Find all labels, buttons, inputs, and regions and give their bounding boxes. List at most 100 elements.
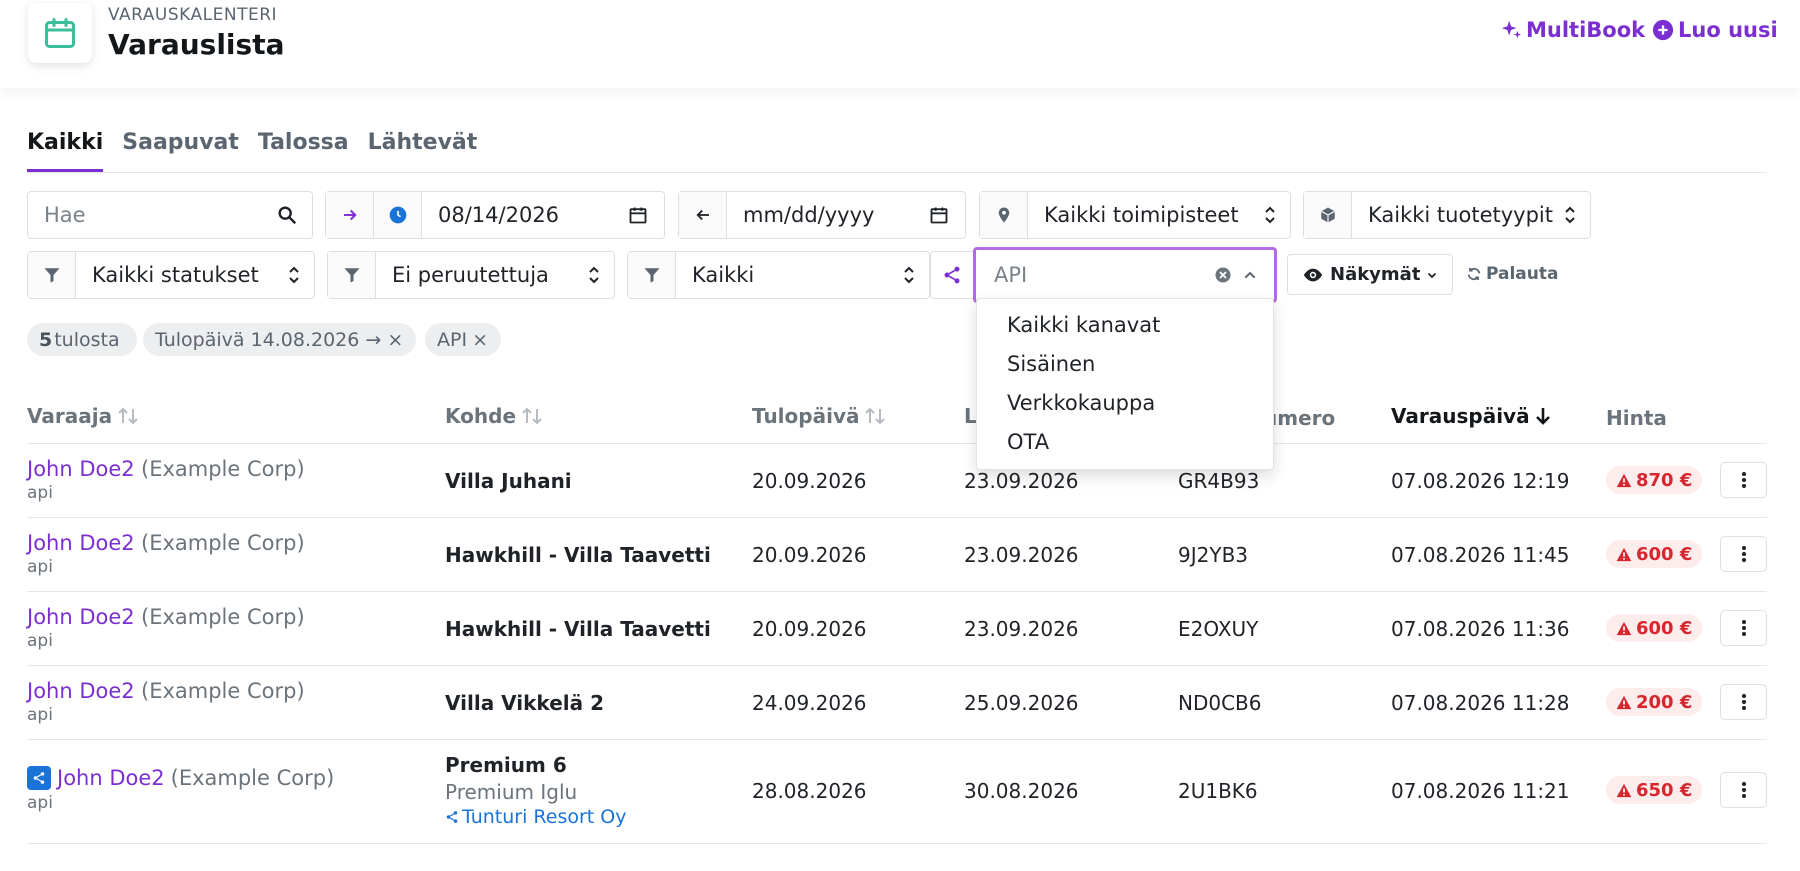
filter-icon — [344, 268, 359, 283]
date-filter-chip[interactable]: Tulopäivä 14.08.2026 → × — [143, 323, 416, 356]
booker-company: (Example Corp) — [170, 766, 335, 790]
booker-company: (Example Corp) — [141, 457, 305, 481]
target-name[interactable]: Hawkhill - Villa Taavetti — [445, 617, 711, 641]
target-owner-label: Tunturi Resort Oy — [462, 806, 627, 828]
row-actions-button[interactable] — [1720, 684, 1767, 720]
calendar-logo[interactable] — [28, 3, 92, 63]
price-value: 870 € — [1636, 469, 1693, 491]
booking-date: 07.08.2026 11:45 — [1391, 543, 1570, 567]
clear-icon[interactable] — [1214, 266, 1232, 284]
status-value: Kaikki statukset — [92, 263, 259, 287]
arrival-date-field[interactable]: 08/14/2026 — [325, 191, 665, 239]
type-value: Kaikki — [692, 263, 755, 287]
share-badge-icon — [27, 766, 51, 790]
sort-icon — [118, 407, 138, 425]
booking-number: 2U1BK6 — [1178, 779, 1258, 803]
cancellation-value: Ei peruutettuja — [392, 263, 549, 287]
chip-close-icon[interactable]: × — [472, 329, 488, 351]
status-select[interactable]: Kaikki statukset — [27, 251, 315, 299]
booker-cell: John Doe2 (Example Corp) — [27, 679, 305, 703]
arrival-date: 20.09.2026 — [752, 543, 867, 567]
row-divider — [27, 665, 1767, 666]
column-header-booker[interactable]: Varaaja — [27, 404, 140, 428]
tab-arriving[interactable]: Saapuvat — [122, 130, 239, 173]
views-button[interactable]: Näkymät — [1287, 254, 1453, 295]
channel-option[interactable]: Verkkokauppa — [1007, 391, 1155, 415]
filter-icon — [644, 268, 659, 283]
app-header: VARAUSKALENTERI Varauslista MultiBook Lu… — [0, 0, 1800, 88]
product-type-select[interactable]: Kaikki tuotetyypit — [1303, 191, 1591, 239]
booker-name[interactable]: John Doe2 — [27, 679, 135, 703]
booker-name[interactable]: John Doe2 — [27, 457, 135, 481]
page-title: Varauslista — [108, 28, 285, 61]
departure-date-field[interactable]: mm/dd/yyyy — [678, 191, 966, 239]
eye-icon — [1303, 268, 1323, 281]
search-input[interactable]: Hae — [27, 191, 313, 239]
arrival-clock[interactable] — [374, 192, 422, 238]
channel-option[interactable]: Sisäinen — [1007, 352, 1095, 376]
column-header-departure[interactable]: L — [964, 404, 977, 428]
column-header-target[interactable]: Kohde — [445, 404, 544, 428]
header-label: Hinta — [1606, 406, 1667, 430]
row-divider — [27, 443, 1767, 444]
create-new-button[interactable]: Luo uusi — [1652, 18, 1778, 42]
channel-combobox[interactable]: API — [973, 247, 1277, 303]
row-actions-button[interactable] — [1720, 772, 1767, 808]
departure-date: 23.09.2026 — [964, 469, 1079, 493]
booking-number: E2OXUY — [1178, 617, 1259, 641]
calendar-picker-icon[interactable] — [929, 205, 949, 225]
reset-label: Palauta — [1486, 264, 1559, 284]
booker-name[interactable]: John Doe2 — [57, 766, 165, 790]
target-name[interactable]: Premium 6 — [445, 753, 567, 777]
chip-close-icon[interactable]: × — [387, 329, 403, 351]
column-header-arrival[interactable]: Tulopäivä — [752, 404, 887, 428]
cancellation-select[interactable]: Ei peruutettuja — [327, 251, 615, 299]
header-label: Varaaja — [27, 404, 113, 428]
arrival-date: 24.09.2026 — [752, 691, 867, 715]
channel-input-value[interactable]: API — [976, 263, 1214, 287]
booking-number: ND0CB6 — [1178, 691, 1262, 715]
target-name[interactable]: Villa Juhani — [445, 469, 572, 493]
row-actions-button[interactable] — [1720, 462, 1767, 498]
booking-number: GR4B93 — [1178, 469, 1260, 493]
tab-departing[interactable]: Lähtevät — [368, 130, 478, 173]
tab-in-house[interactable]: Talossa — [258, 130, 349, 173]
filter-icon — [44, 268, 59, 283]
plus-circle-icon — [1652, 19, 1674, 41]
channel-option[interactable]: Kaikki kanavat — [1007, 313, 1160, 337]
row-actions-button[interactable] — [1720, 536, 1767, 572]
booking-source: api — [27, 557, 53, 577]
date-chip-label: Tulopäivä 14.08.2026 → — [155, 328, 382, 351]
departure-date-placeholder: mm/dd/yyyy — [743, 203, 875, 227]
chevron-up-icon[interactable] — [1242, 267, 1258, 283]
row-divider — [27, 517, 1767, 518]
row-actions-button[interactable] — [1720, 610, 1767, 646]
arrow-down-icon — [1535, 408, 1550, 425]
departure-arrow — [679, 192, 727, 238]
api-filter-chip[interactable]: API × — [425, 323, 501, 356]
booker-name[interactable]: John Doe2 — [27, 605, 135, 629]
booker-cell: John Doe2 (Example Corp) — [27, 457, 305, 481]
multibook-button[interactable]: MultiBook — [1500, 18, 1645, 42]
target-owner-link[interactable]: Tunturi Resort Oy — [445, 806, 627, 828]
header-label: Kohde — [445, 404, 517, 428]
updown-icon — [589, 266, 599, 284]
tab-all[interactable]: Kaikki — [27, 130, 104, 173]
type-select[interactable]: Kaikki — [627, 251, 930, 299]
location-value: Kaikki toimipisteet — [1044, 203, 1239, 227]
calendar-picker-icon[interactable] — [628, 205, 648, 225]
search-placeholder: Hae — [44, 203, 86, 227]
column-header-booking-date[interactable]: Varauspäivä — [1391, 404, 1552, 428]
reset-button[interactable]: Palauta — [1466, 264, 1558, 284]
target-name[interactable]: Villa Vikkelä 2 — [445, 691, 604, 715]
booking-source: api — [27, 483, 53, 503]
booking-number: 9J2YB3 — [1178, 543, 1249, 567]
channel-option[interactable]: OTA — [1007, 430, 1049, 454]
booking-date: 07.08.2026 11:36 — [1391, 617, 1570, 641]
target-name[interactable]: Hawkhill - Villa Taavetti — [445, 543, 711, 567]
booker-name[interactable]: John Doe2 — [27, 531, 135, 555]
warning-icon — [1616, 783, 1632, 797]
booker-company: (Example Corp) — [141, 679, 305, 703]
location-select[interactable]: Kaikki toimipisteet — [979, 191, 1291, 239]
booking-source: api — [27, 793, 53, 813]
